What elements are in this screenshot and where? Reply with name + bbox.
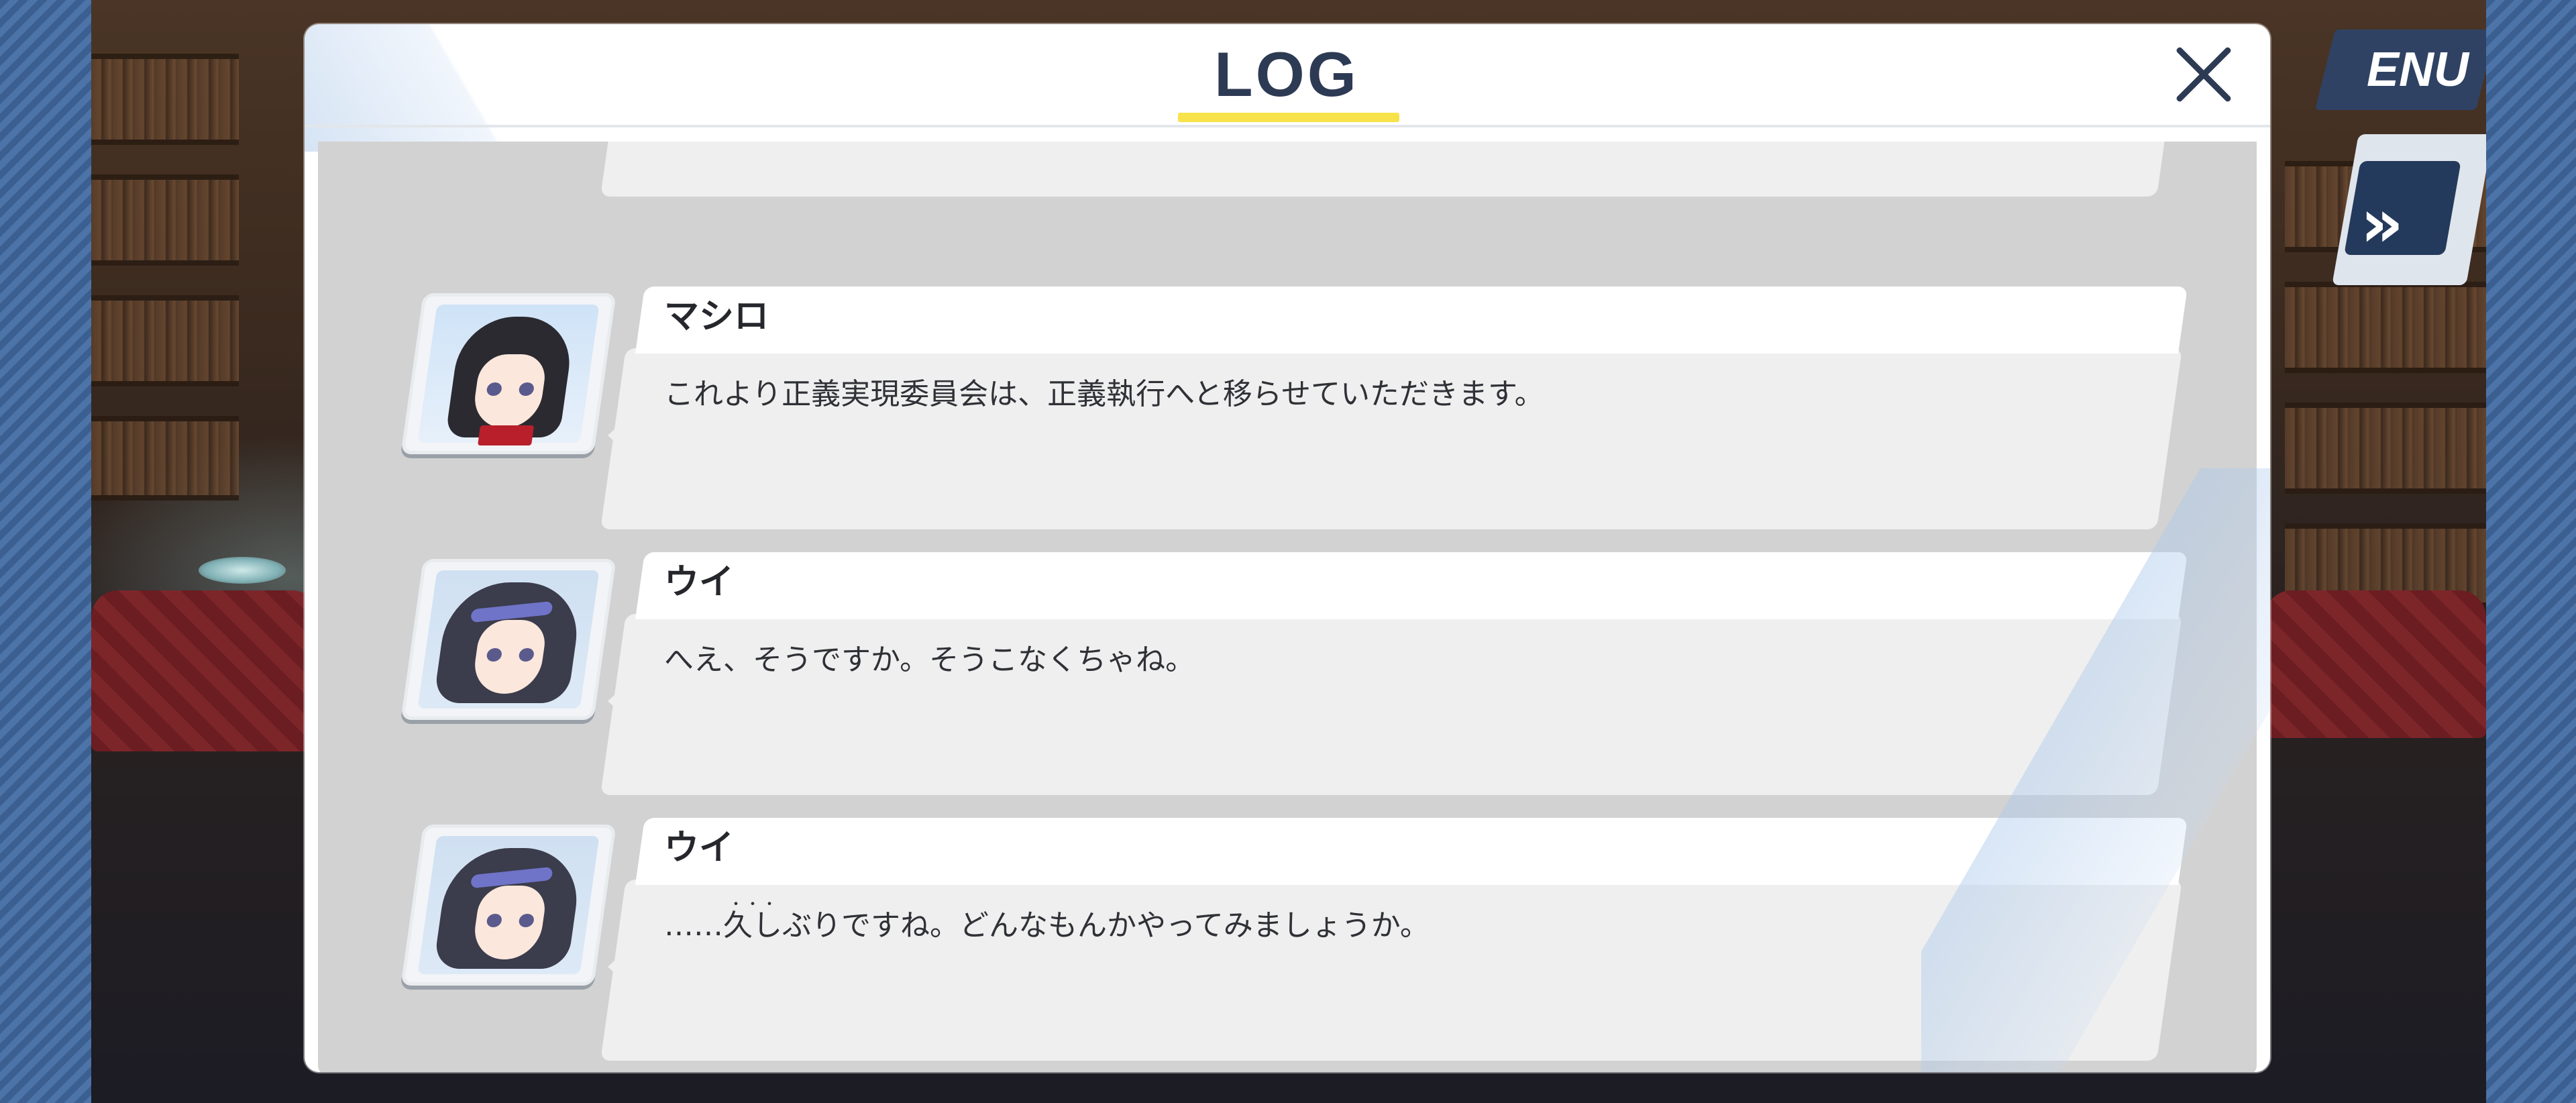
- speaker-name: マシロ: [664, 297, 769, 337]
- character-avatar: [400, 825, 616, 986]
- sofa: [2265, 590, 2486, 738]
- dialogue-text-prefix: ……: [664, 908, 723, 943]
- speaker-name-box: [635, 552, 2188, 619]
- dialogue-text: これより正義実現委員会は、正義執行へと移らせていただきます。: [664, 377, 1544, 411]
- menu-label: ENU: [2366, 43, 2469, 97]
- lamp: [199, 557, 286, 584]
- bookshelf: [91, 295, 239, 386]
- log-entry: [318, 142, 2257, 202]
- dialogue-text: へえ、そうですか。そうこなくちゃね。: [664, 643, 1195, 677]
- speaker-name: ウイ: [664, 828, 735, 868]
- speaker-name: ウイ: [664, 562, 735, 602]
- fast-forward-button[interactable]: »: [2332, 134, 2486, 285]
- bookshelf: [2285, 403, 2486, 494]
- bookshelf: [91, 174, 239, 266]
- speaker-name-box: [635, 286, 2188, 354]
- bubble-pointer: [608, 421, 624, 450]
- log-header: LOG: [305, 24, 2270, 127]
- speaker-name-box: [635, 818, 2188, 885]
- bookshelf: [91, 54, 239, 145]
- log-list[interactable]: マシロ これより正義実現委員会は、正義執行へと移らせていただきます。 ウイ へえ…: [318, 142, 2257, 1072]
- log-title: LOG: [1214, 39, 1359, 109]
- bubble-pointer: [608, 952, 624, 982]
- log-entry: マシロ これより正義実現委員会は、正義執行へと移らせていただきます。: [318, 286, 2257, 535]
- log-panel: LOG マシロ これより正義実現委員会は、正義執行へと移らせていただきます。 ウ…: [305, 24, 2270, 1072]
- left-stripe-frame: [0, 0, 91, 1103]
- dialogue-text-emphasis: 久しぶり: [723, 908, 841, 943]
- fast-forward-icon: »: [2344, 161, 2461, 262]
- log-entry: ウイ へえ、そうですか。そうこなくちゃね。: [318, 552, 2257, 800]
- dialogue-text: ……久しぶりですね。どんなもんかやってみましょうか。: [664, 901, 1430, 944]
- bookshelf: [2285, 282, 2486, 373]
- log-entry: ウイ ……久しぶりですね。どんなもんかやってみましょうか。: [318, 818, 2257, 1066]
- sofa: [91, 590, 319, 751]
- title-underline: [1178, 113, 1399, 122]
- character-avatar: [400, 559, 616, 720]
- dialogue-bubble: [600, 142, 2182, 197]
- bubble-pointer: [608, 686, 624, 716]
- menu-button[interactable]: ENU: [2315, 30, 2486, 110]
- close-icon[interactable]: [2167, 38, 2241, 111]
- bookshelf: [91, 416, 239, 501]
- dialogue-text-suffix: ですね。どんなもんかやってみましょうか。: [841, 908, 1430, 943]
- character-avatar: [400, 293, 616, 454]
- right-stripe-frame: [2486, 0, 2576, 1103]
